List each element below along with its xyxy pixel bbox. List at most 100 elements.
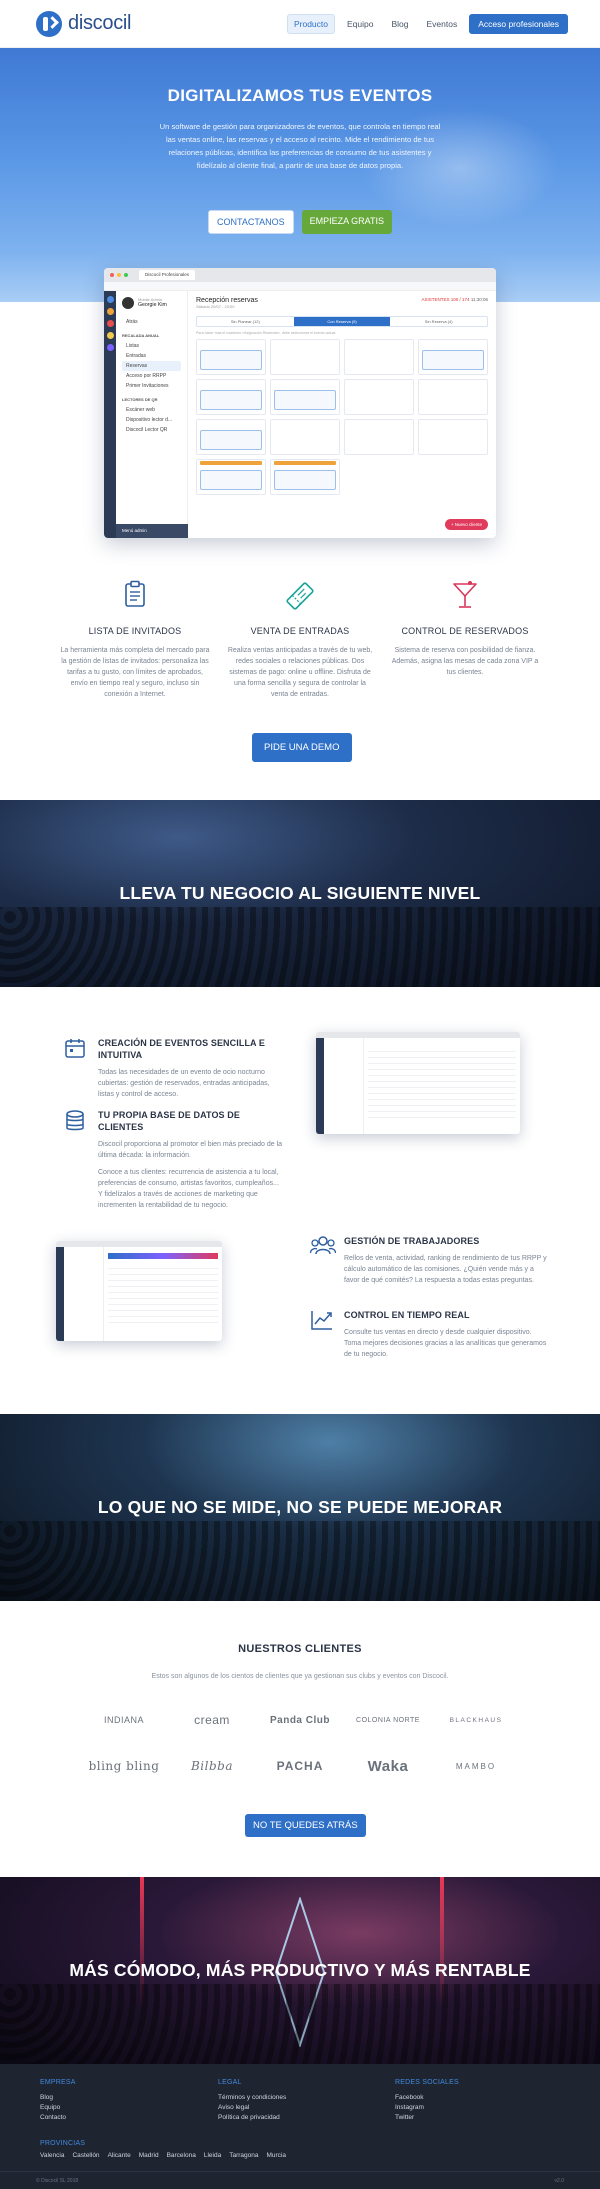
footer-company: EMPRESA Blog Equipo Contacto [40,2078,76,2123]
users-icon [309,1235,337,1286]
table-cell [418,419,488,455]
logo[interactable]: discocil [36,10,132,37]
app-page-title: Recepción reservas [196,297,258,304]
province-link[interactable]: Alicante [108,2152,131,2159]
request-demo-button[interactable]: PIDE UNA DEMO [252,733,352,762]
client-logo-colonia-norte: COLONIA NORTE [356,1716,420,1724]
hero-description: Un software de gestión para organizadore… [159,122,441,170]
banner-next-level: LLEVA TU NEGOCIO AL SIGUIENTE NIVEL [0,800,600,987]
calendar-icon [64,1037,88,1100]
footer-link[interactable]: Términos y condiciones [218,2093,286,2103]
professional-access-button[interactable]: Acceso profesionales [469,13,568,34]
contact-button[interactable]: CONTACTANOS [207,210,294,234]
hero-buttons: CONTACTANOS EMPIEZA GRATIS [0,210,600,234]
detail-text: Discocil proporciona al promotor el bien… [98,1141,283,1159]
province-link[interactable]: Madrid [139,2152,159,2159]
footer-social: REDES SOCIALES Facebook Instagram Twitte… [395,2078,459,2123]
app-menu-back: Atrás [126,319,138,325]
province-link[interactable]: Valencia [40,2152,64,2159]
cocktail-icon [390,580,540,612]
detail-text: Consulte tus ventas en directo y desde c… [344,1329,547,1358]
maximize-dot-icon [124,273,128,277]
browser-url-bar [104,282,496,291]
detail-workers: GESTIÓN DE TRABAJADORES Rellos de venta,… [309,1235,550,1286]
feature-text: Sistema de reserva con posibilidad de fi… [391,647,539,676]
app-main: Recepción reservas Sábado 20/07 - 23:00 … [188,291,496,538]
crowd-image [0,907,600,987]
chart-icon [310,1309,334,1360]
detail-realtime: CONTROL EN TIEMPO REAL Consulte tus vent… [310,1309,550,1360]
province-link[interactable]: Castellón [72,2152,99,2159]
nav-link-producto[interactable]: Producto [286,13,335,34]
banner-title: LO QUE NO SE MIDE, NO SE PUEDE MEJORAR [97,1497,503,1517]
avatar [122,297,134,309]
detail-title: CONTROL EN TIEMPO REAL [344,1310,470,1320]
workers-screenshot [56,1241,222,1341]
dont-fall-behind-button[interactable]: NO TE QUEDES ATRÁS [245,1814,366,1837]
detail-text-2: Conoce a tus clientes: recurrencia de as… [98,1169,279,1209]
app-time: 11:30:06 [470,297,488,302]
minimize-dot-icon [117,273,121,277]
detail-title: CREACIÓN DE EVENTOS SENCILLA E INTUITIVA [98,1038,266,1060]
clients-title: NUESTROS CLIENTES [238,1643,362,1655]
footer-link[interactable]: Contacto [40,2113,76,2123]
table-cell [344,419,414,455]
province-link[interactable]: Tarragona [229,2152,258,2159]
app-rail-icon [106,320,114,327]
app-screenshot: Discocil Profesionales Mobile Admin Geor… [104,268,496,538]
app-tabs: Sin Planear (12) Con Reserva (9) Sin Res… [196,316,488,327]
app-icon-rail [104,291,116,538]
nav-link-equipo[interactable]: Equipo [341,15,379,33]
detail-text: Todas las necesidades de un evento de oc… [98,1069,270,1098]
footer-link-facebook[interactable]: Facebook [395,2093,459,2103]
footer-link-twitter[interactable]: Twitter [395,2113,459,2123]
feature-title: VENTA DE ENTRADAS [250,626,350,636]
start-free-button[interactable]: EMPIEZA GRATIS [301,210,393,234]
events-screenshot [316,1032,520,1134]
province-link[interactable]: Barcelona [167,2152,196,2159]
close-dot-icon [110,273,114,277]
table-cell [270,459,340,495]
app-rail-icon [106,308,114,315]
app-rail-icon [106,296,114,303]
feature-tickets: VENTA DE ENTRADAS Realiza ventas anticip… [225,580,375,700]
features: LISTA DE INVITADOS La herramienta más co… [60,580,540,700]
province-link[interactable]: Murcia [266,2152,286,2159]
clipboard-icon [60,580,210,612]
table-cell [344,379,414,415]
banner-productive: MÁS CÓMODO, MÁS PRODUCTIVO Y MÁS RENTABL… [0,1877,600,2064]
app-stats: ASISTENTES 100 / 174 11:30:06 [422,297,488,309]
table-cell [270,419,340,455]
client-logo-panda: Panda Club [269,1714,330,1726]
footer-link-instagram[interactable]: Instagram [395,2103,459,2113]
app-tab: Sin Planear (12) [230,319,260,324]
feature-reservations: CONTROL DE RESERVADOS Sistema de reserva… [390,580,540,700]
footer-link[interactable]: Equipo [40,2103,76,2113]
nav-link-blog[interactable]: Blog [385,15,414,33]
footer-link[interactable]: Aviso legal [218,2103,286,2113]
footer-link[interactable]: Política de privacidad [218,2113,286,2123]
app-user: Mobile Admin Georgie Kim [122,297,181,309]
table-cell [270,339,340,375]
app-tab: Sin Reserva (4) [424,319,453,324]
copyright-bar: © Discocil SL 2018 v2.0 [0,2171,600,2189]
nav-link-eventos[interactable]: Eventos [420,15,463,33]
app-menu-item: Escáner web [126,407,155,413]
hero-title: DIGITALIZAMOS TUS EVENTOS [167,86,433,105]
app-menu-item: Reservas [122,361,181,371]
table-cell [196,459,266,495]
client-logos: INDIANA cream Panda Club COLONIA NORTE B… [80,1708,520,1778]
app-user-name: Georgie Kim [138,302,167,308]
province-link[interactable]: Lleida [204,2152,221,2159]
feature-text: La herramienta más completa del mercado … [60,647,210,698]
footer-link[interactable]: Blog [40,2093,76,2103]
app-menu-item: Entradas [126,353,147,359]
detail-database: TU PROPIA BASE DE DATOS DE CLIENTES Disc… [64,1109,284,1211]
client-logo-mambo: MAMBO [455,1761,497,1771]
client-logo-blackhaus: BLACKHAUS [449,1716,503,1724]
client-logo-indiana: INDIANA [103,1715,144,1725]
app-menu-section: RECALADA ANUAL [122,333,160,338]
brand-name: discocil [68,12,132,34]
feature-text: Realiza ventas anticipadas a través de t… [227,647,373,698]
client-logo-bling-bling: bling bling [88,1759,160,1773]
